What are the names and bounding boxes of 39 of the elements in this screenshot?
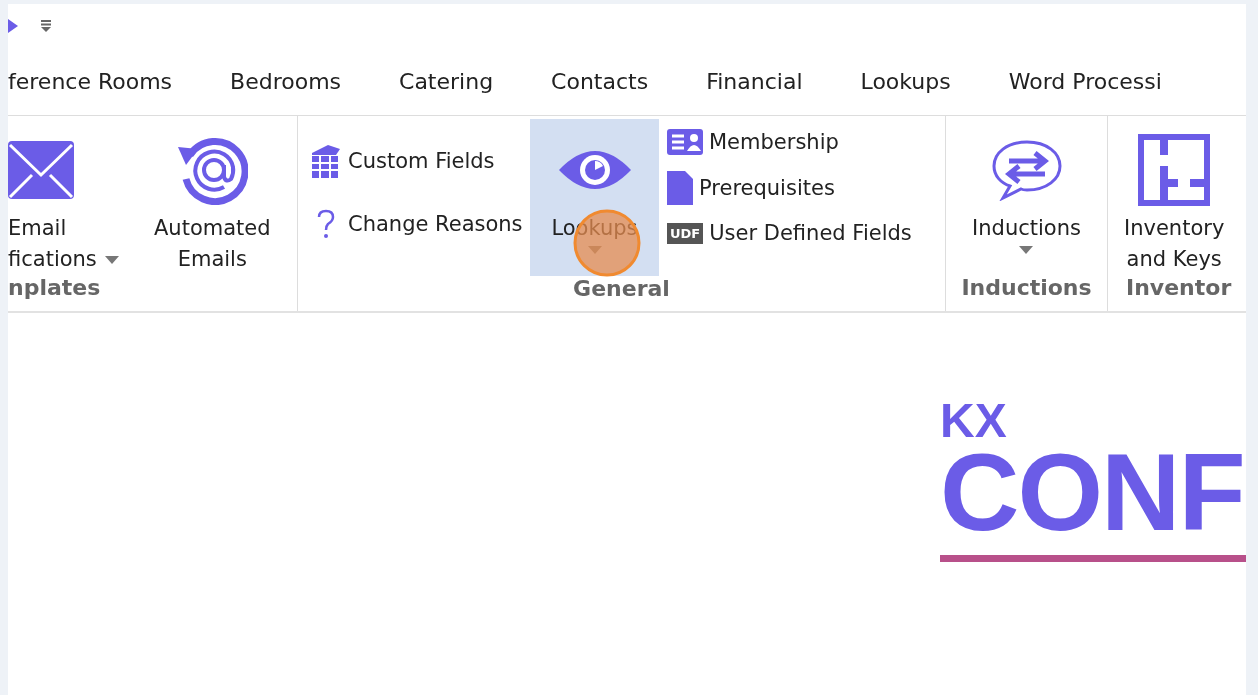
- building-icon: [310, 143, 342, 179]
- logo-large-text: CONF: [940, 443, 1245, 541]
- button-label: Automated: [154, 215, 271, 242]
- id-card-icon: [667, 129, 703, 155]
- udf-icon: UDF: [667, 222, 704, 244]
- button-label: and Keys: [1126, 246, 1222, 273]
- document-icon: [667, 171, 693, 205]
- floor-plan-icon: [1138, 134, 1211, 206]
- button-label: fications: [8, 244, 119, 275]
- group-label: Inductions: [960, 275, 1093, 302]
- button-label: Inductions: [972, 215, 1081, 242]
- group-label: nplates: [8, 275, 102, 302]
- ribbon-tab[interactable]: Word Processi: [1008, 65, 1162, 98]
- ribbon-button[interactable]: Inventory and Keys: [1108, 119, 1231, 275]
- question-mark-icon: [316, 209, 336, 239]
- ribbon-button[interactable]: Inductions: [946, 119, 1107, 275]
- button-label: Email: [8, 215, 67, 242]
- ribbon-small-button[interactable]: Membership: [667, 129, 912, 155]
- group-label: Inventor: [1125, 275, 1233, 302]
- speech-bubble-arrows-icon: [990, 139, 1063, 201]
- button-label: Emails: [177, 246, 247, 273]
- ribbon-tab[interactable]: Lookups: [860, 65, 951, 98]
- logo-small-text: KX: [940, 399, 1008, 443]
- ribbon-tab[interactable]: Bedrooms: [230, 65, 342, 98]
- ribbon-small-button[interactable]: Prerequisites: [667, 171, 912, 205]
- ribbon-tab[interactable]: Contacts: [551, 65, 649, 98]
- ribbon-small-button[interactable]: Custom Fields: [310, 143, 524, 179]
- ribbon-tab[interactable]: Financial: [706, 65, 803, 98]
- ribbon-button[interactable]: Email fications: [8, 119, 128, 275]
- ribbon-small-button[interactable]: Change Reasons: [310, 209, 524, 239]
- play-icon[interactable]: [8, 19, 18, 33]
- button-label: Inventory: [1124, 215, 1225, 242]
- at-sign-refresh-icon: [176, 135, 249, 205]
- customize-toolbar-icon[interactable]: [40, 20, 52, 32]
- ribbon-tab[interactable]: Catering: [399, 65, 494, 98]
- ribbon-button[interactable]: Automated Emails: [148, 119, 277, 275]
- group-label: General: [572, 276, 671, 303]
- ribbon-tab[interactable]: ference Rooms: [8, 65, 173, 98]
- ribbon-small-button[interactable]: UDF User Defined Fields: [667, 221, 912, 245]
